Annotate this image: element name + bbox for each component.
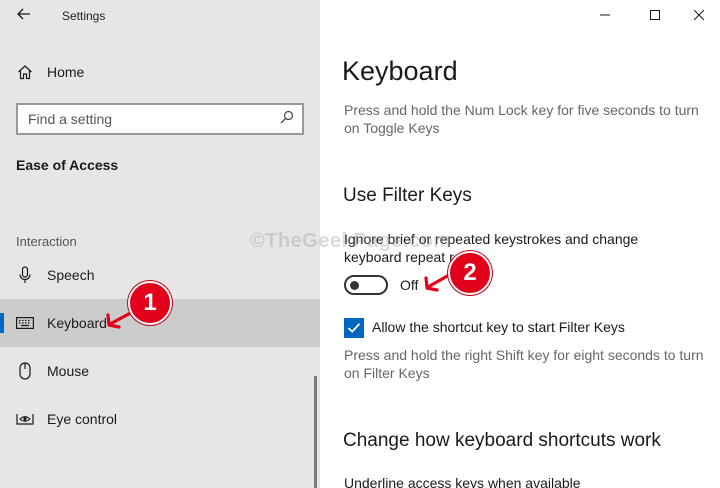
microphone-icon	[0, 266, 47, 284]
keyboard-icon	[0, 317, 47, 329]
search-box[interactable]	[16, 103, 304, 135]
maximize-icon	[650, 10, 660, 20]
sidebar-item-label: Keyboard	[47, 315, 107, 331]
watermark: ©TheGeekPage.com	[250, 230, 452, 252]
search-input[interactable]	[28, 111, 268, 127]
sidebar-item-mouse[interactable]: Mouse	[0, 347, 320, 395]
toggle-keys-description: Press and hold the Num Lock key for five…	[344, 102, 699, 136]
page-title: Keyboard	[342, 56, 458, 86]
mouse-icon	[0, 362, 47, 380]
checkmark-icon	[347, 323, 361, 333]
underline-access-keys-label: Underline access keys when available	[344, 475, 581, 488]
minimize-icon	[600, 14, 610, 16]
back-arrow-icon	[17, 7, 31, 25]
sidebar-item-label: Eye control	[47, 411, 118, 427]
minimize-button[interactable]	[582, 0, 628, 30]
sidebar-item-label: Mouse	[47, 363, 90, 379]
filter-keys-toggle[interactable]	[344, 275, 388, 295]
filter-keys-shortcut-checkbox[interactable]	[344, 318, 364, 338]
back-button[interactable]	[10, 4, 38, 28]
eye-icon	[0, 412, 47, 426]
toggle-state-label: Off	[400, 277, 419, 293]
keyboard-shortcuts-heading: Change how keyboard shortcuts work	[343, 430, 661, 451]
sidebar-item-home[interactable]: Home	[0, 56, 320, 88]
app-title: Settings	[62, 9, 106, 23]
close-button[interactable]	[676, 0, 720, 30]
shortcut-description: Press and hold the right Shift key for e…	[344, 347, 704, 381]
maximize-button[interactable]	[632, 0, 678, 30]
search-icon[interactable]	[280, 110, 294, 129]
annotation-badge-1: 1	[128, 281, 172, 325]
sidebar-item-label: Speech	[47, 267, 95, 283]
home-label: Home	[47, 64, 85, 80]
section-title: Ease of Access	[16, 157, 119, 173]
annotation-badge-2: 2	[448, 251, 492, 295]
home-icon	[0, 64, 47, 80]
sidebar-scrollbar[interactable]	[314, 376, 317, 488]
filter-keys-heading: Use Filter Keys	[343, 185, 472, 206]
sidebar-item-eye-control[interactable]: Eye control	[0, 395, 320, 443]
close-icon	[694, 10, 704, 20]
toggle-knob	[350, 281, 359, 290]
group-label-interaction: Interaction	[16, 234, 77, 249]
checkbox-label: Allow the shortcut key to start Filter K…	[372, 319, 625, 335]
